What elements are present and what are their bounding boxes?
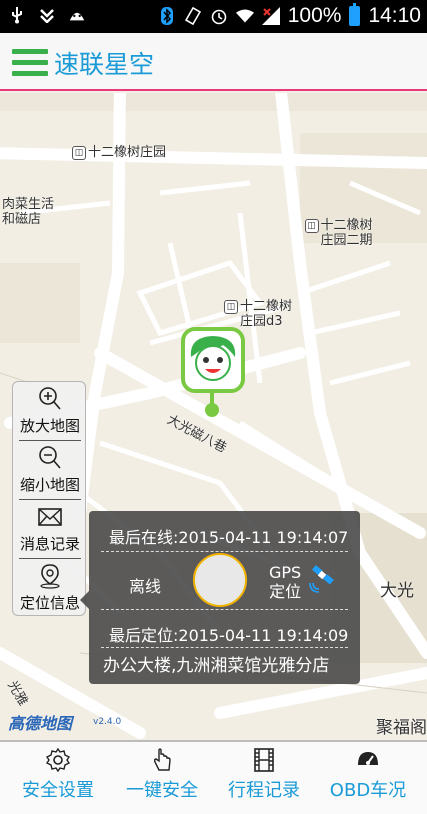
battery-icon xyxy=(349,3,361,26)
status-indicator xyxy=(193,553,247,607)
nav-one-key-safety[interactable]: 一键安全 xyxy=(114,742,210,814)
building-icon: ◫ xyxy=(224,299,238,314)
location-pin-icon xyxy=(40,564,60,589)
building-icon: ◫ xyxy=(304,218,319,233)
road-label: 大光 xyxy=(380,581,414,601)
zoom-in-icon xyxy=(39,387,61,410)
envelope-icon xyxy=(38,508,62,526)
speedometer-icon xyxy=(358,752,378,765)
zoom-out-label: 缩小地图 xyxy=(19,476,80,494)
vibrate-icon xyxy=(184,7,202,25)
messages-label: 消息记录 xyxy=(19,535,80,553)
road-label: 聚福阁 xyxy=(376,718,427,738)
amap-version: v2.4.0 xyxy=(93,717,122,727)
zoom-out-icon xyxy=(39,446,61,469)
divider xyxy=(101,647,348,648)
nav-obd-status[interactable]: OBD车况 xyxy=(318,742,418,814)
poi-twelve-oaks-d3[interactable]: ◫ 十二橡树 庄园d3 xyxy=(224,299,292,329)
divider xyxy=(101,609,348,610)
bottom-navigation: 安全设置 一键安全 行程记录 OBD车况 xyxy=(0,740,427,814)
poi-twelve-oaks-phase-two[interactable]: ◫ 十二橡树 庄园二期 xyxy=(288,203,373,263)
address-text: 办公大楼,九洲湘菜馆光雅分店 xyxy=(103,656,330,676)
signal-icon xyxy=(261,7,280,25)
clock: 14:10 xyxy=(368,4,421,27)
amap-logo: 高德地图 xyxy=(8,714,73,733)
divider xyxy=(101,551,348,552)
zoom-out-button[interactable]: 缩小地图 xyxy=(13,441,87,499)
avatar-frame xyxy=(181,327,245,393)
poi-twelve-oaks-manor[interactable]: ◫ 十二橡树庄园 xyxy=(72,145,166,160)
battery-percent: 100% xyxy=(287,4,342,27)
zoom-in-label: 放大地图 xyxy=(19,417,80,435)
bluetooth-icon xyxy=(158,7,176,25)
building-icon: ◫ xyxy=(72,145,86,160)
poi-meat-veg-store[interactable]: 肉菜生活 和磁店 xyxy=(2,197,54,227)
status-bar: 100% 14:10 xyxy=(0,0,427,33)
status-text: 离线 xyxy=(129,577,162,596)
device-location-marker[interactable] xyxy=(181,327,245,417)
boy-avatar-icon xyxy=(190,336,236,381)
wifi-icon xyxy=(235,7,254,25)
location-info-button[interactable]: 定位信息 xyxy=(13,559,87,617)
nav-security-settings[interactable]: 安全设置 xyxy=(10,742,106,814)
usb-icon xyxy=(8,6,26,24)
android-icon xyxy=(68,6,86,24)
zoom-in-button[interactable]: 放大地图 xyxy=(13,382,87,440)
app-bar: 速联星空 xyxy=(0,33,427,91)
satellite-icon xyxy=(309,565,334,593)
gear-icon xyxy=(46,748,70,772)
hand-pointer-icon xyxy=(153,748,171,771)
film-icon xyxy=(254,748,274,772)
device-info-popup: 最后在线:2015-04-11 19:14:07 离线 GPS 定位 最后定位:… xyxy=(80,511,360,684)
download-icon xyxy=(38,6,56,24)
messages-button[interactable]: 消息记录 xyxy=(13,500,87,558)
marker-dot xyxy=(205,403,219,417)
nav-trip-records[interactable]: 行程记录 xyxy=(216,742,312,814)
map-tools-panel: 放大地图 缩小地图 消息记录 定位信息 xyxy=(12,381,86,616)
app-title: 速联星空 xyxy=(54,50,155,79)
menu-icon[interactable] xyxy=(12,49,48,77)
gps-location-label: GPS 定位 xyxy=(269,563,302,601)
location-info-label: 定位信息 xyxy=(19,594,80,612)
last-located-text: 最后定位:2015-04-11 19:14:09 xyxy=(109,626,349,645)
alarm-icon xyxy=(210,7,228,25)
last-online-text: 最后在线:2015-04-11 19:14:07 xyxy=(109,528,349,547)
